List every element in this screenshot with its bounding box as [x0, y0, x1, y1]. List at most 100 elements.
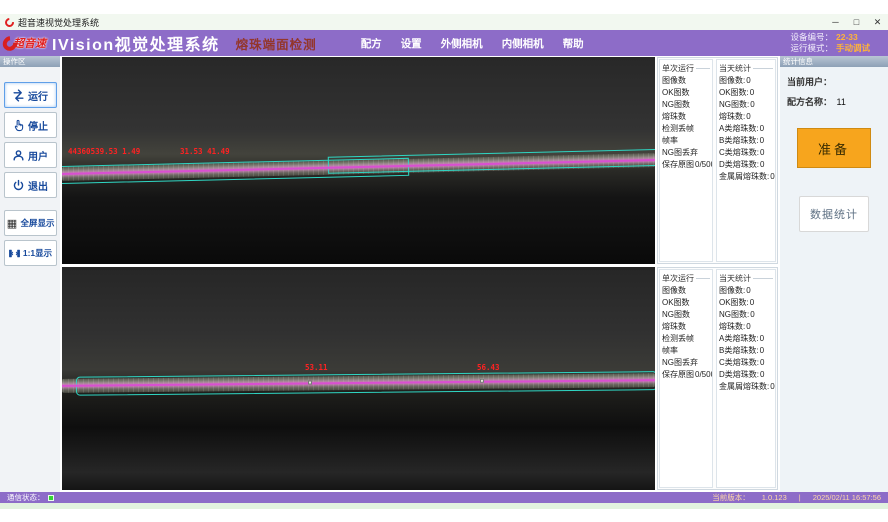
stat-row: 检测丢帧: [660, 333, 712, 345]
stat-row: 熔珠数: [660, 321, 712, 333]
stat-row: D类熔珠数:0: [717, 159, 775, 171]
close-button[interactable]: ✕: [867, 14, 888, 30]
sidebar-title: 操作区: [0, 56, 60, 67]
stat-row: C类熔珠数:0: [717, 357, 775, 369]
device-info: 设备编号： 22-33 运行模式： 手动调试: [790, 32, 870, 55]
camera-view-outer: 44360539.53 1.49 31.53 41.49: [62, 57, 655, 264]
page-title: IVision视觉处理系统: [52, 31, 220, 55]
app-logo-icon: [3, 16, 16, 29]
stat-row: 保存原图0/500: [660, 159, 712, 171]
measurement-annotation: 44360539.53 1.49: [68, 147, 140, 156]
power-icon: [12, 179, 25, 192]
stat-row: 图像数:0: [717, 285, 775, 297]
one-to-one-label: 1:1显示: [23, 247, 52, 259]
stat-row: D类熔珠数:0: [717, 369, 775, 381]
menu-item-help[interactable]: 帮助: [563, 36, 584, 51]
stat-row: OK图数: [660, 87, 712, 99]
exit-button[interactable]: 退出: [4, 172, 57, 198]
stat-row: 图像数: [660, 75, 712, 87]
one-to-one-icon: [8, 247, 21, 260]
data-statistics-button[interactable]: 数据统计: [799, 196, 869, 232]
weld-bead-overlay: [62, 148, 655, 186]
prepare-button[interactable]: 准备: [797, 128, 871, 168]
brand-text: 超音速: [13, 35, 46, 51]
operation-sidebar: 操作区 运行 停止 用户 退出 ▦ 全屏显示: [0, 56, 60, 492]
maximize-button[interactable]: □: [846, 14, 867, 30]
single-run-column: 单次运行 图像数 OK图数 NG图数 熔珠数 检测丢帧 帧率 NG图丢弃 保存原…: [659, 59, 713, 262]
fullscreen-button[interactable]: ▦ 全屏显示: [4, 210, 57, 236]
stat-row: NG图丢弃: [660, 147, 712, 159]
stat-row: NG图数:0: [717, 309, 775, 321]
single-run-column: 单次运行 图像数 OK图数 NG图数 熔珠数 检测丢帧 帧率 NG图丢弃 保存原…: [659, 269, 713, 488]
app-header: 超音速 IVision视觉处理系统 熔珠端面检测 配方 设置 外侧相机 内侧相机…: [0, 30, 888, 56]
menu-item-outer-camera[interactable]: 外侧相机: [441, 36, 483, 51]
today-column: 当天统计 图像数:0 OK图数:0 NG图数:0 熔珠数:0 A类熔珠数:0 B…: [716, 269, 776, 488]
run-icon: [12, 89, 25, 102]
device-id-label: 设备编号：: [790, 32, 833, 44]
statusbar-separator: |: [799, 493, 801, 502]
menu-item-recipe[interactable]: 配方: [361, 36, 382, 51]
brand-logo: 超音速: [3, 35, 46, 51]
stat-row: A类熔珠数:0: [717, 333, 775, 345]
menu-item-inner-camera[interactable]: 内侧相机: [502, 36, 544, 51]
version-value: 1.0.123: [762, 493, 787, 502]
version-label: 当前版本：: [712, 492, 750, 503]
stat-row: 金属屑熔珠数:0: [717, 171, 775, 183]
stat-row: 图像数: [660, 285, 712, 297]
stat-row: B类熔珠数:0: [717, 135, 775, 147]
stat-row: OK图数: [660, 297, 712, 309]
fullscreen-label: 全屏显示: [20, 217, 54, 229]
stat-row: NG图数:0: [717, 99, 775, 111]
stat-row: 图像数:0: [717, 75, 775, 87]
minimize-button[interactable]: ─: [825, 14, 846, 30]
single-run-title: 单次运行: [660, 270, 712, 285]
menu-item-settings[interactable]: 设置: [401, 36, 422, 51]
one-to-one-button[interactable]: 1:1显示: [4, 240, 57, 266]
exit-label: 退出: [28, 178, 48, 193]
stat-row: 检测丢帧: [660, 123, 712, 135]
measurement-annotation: 31.53 41.49: [180, 147, 230, 156]
stat-row: 熔珠数:0: [717, 111, 775, 123]
user-label: 用户: [28, 148, 48, 163]
stat-row: OK图数:0: [717, 87, 775, 99]
comm-status-label: 通信状态：: [7, 492, 45, 503]
stat-row: A类熔珠数:0: [717, 123, 775, 135]
os-titlebar: 超音速视觉处理系统 ─ □ ✕: [0, 14, 888, 30]
menu-bar: 配方 设置 外侧相机 内侧相机 帮助: [361, 36, 584, 51]
stat-row: C类熔珠数:0: [717, 147, 775, 159]
today-title: 当天统计: [717, 60, 775, 75]
stat-row: 金属屑熔珠数:0: [717, 381, 775, 393]
stat-row: 帧率: [660, 135, 712, 147]
recipe-name-value: 11: [837, 97, 846, 107]
device-id-value: 22-33: [836, 32, 858, 44]
run-button[interactable]: 运行: [4, 82, 57, 108]
defect-mark: [480, 379, 484, 383]
weld-bead-overlay: [62, 368, 655, 398]
defect-mark: [308, 380, 312, 384]
comm-status-indicator: [48, 495, 54, 501]
recipe-name-label: 配方名称：: [787, 97, 832, 107]
user-icon: [12, 149, 25, 162]
camera-view-inner: 53.11 56.43: [62, 267, 655, 490]
stat-row: B类熔珠数:0: [717, 345, 775, 357]
datetime-value: 2025/02/11 16:57:56: [813, 493, 881, 502]
user-button[interactable]: 用户: [4, 142, 57, 168]
stat-row: NG图数: [660, 309, 712, 321]
stat-row: 熔珠数:0: [717, 321, 775, 333]
page-subtitle: 熔珠端面检测: [236, 34, 317, 53]
today-title: 当天统计: [717, 270, 775, 285]
stat-row: OK图数:0: [717, 297, 775, 309]
current-user-label: 当前用户：: [787, 77, 832, 87]
single-run-title: 单次运行: [660, 60, 712, 75]
status-bar: 通信状态： 当前版本： 1.0.123 | 2025/02/11 16:57:5…: [0, 492, 888, 503]
stat-row: 帧率: [660, 345, 712, 357]
stop-label: 停止: [28, 118, 48, 133]
info-panel-title: 统计信息: [780, 56, 888, 67]
today-column: 当天统计 图像数:0 OK图数:0 NG图数:0 熔珠数:0 A类熔珠数:0 B…: [716, 59, 776, 262]
stats-panel-outer: 单次运行 图像数 OK图数 NG图数 熔珠数 检测丢帧 帧率 NG图丢弃 保存原…: [657, 57, 778, 264]
stats-panel-inner: 单次运行 图像数 OK图数 NG图数 熔珠数 检测丢帧 帧率 NG图丢弃 保存原…: [657, 267, 778, 490]
stat-row: 保存原图0/500: [660, 369, 712, 381]
stop-button[interactable]: 停止: [4, 112, 57, 138]
bottom-strip: [0, 503, 888, 509]
fullscreen-grid-icon: ▦: [5, 217, 18, 230]
